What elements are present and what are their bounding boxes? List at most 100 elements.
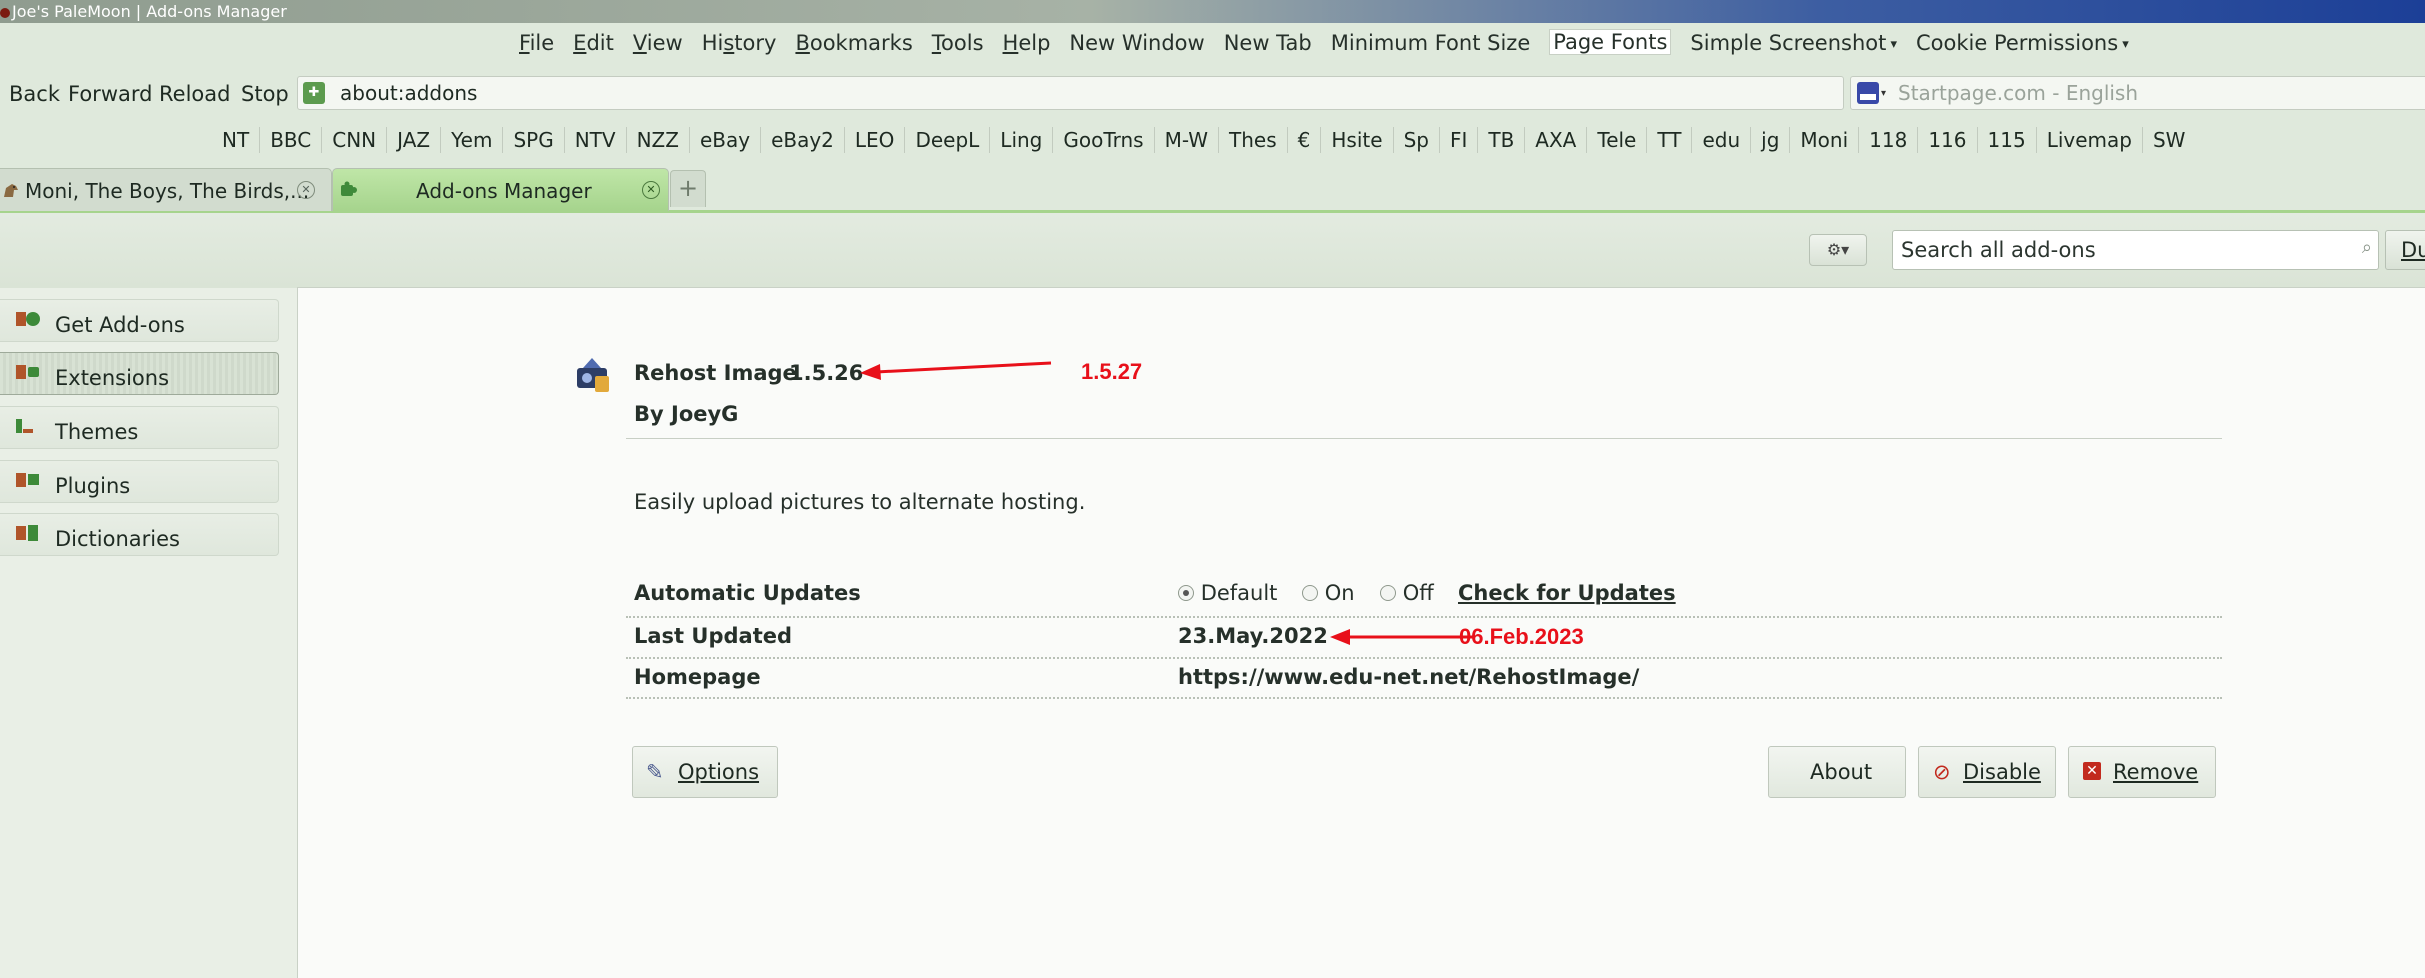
- bookmark-item[interactable]: Moni: [1790, 127, 1860, 153]
- menu-page-fonts[interactable]: Page Fonts: [1549, 29, 1672, 55]
- bookmark-item[interactable]: Tele: [1587, 127, 1648, 153]
- back-button[interactable]: Back: [9, 82, 60, 106]
- tab-moni[interactable]: Moni, The Boys, The Birds,... ✕: [0, 168, 332, 211]
- bookmark-item[interactable]: Hsite: [1321, 127, 1394, 153]
- addon-author: By JoeyG: [634, 402, 739, 426]
- stop-button[interactable]: Stop: [241, 82, 289, 106]
- bookmark-item[interactable]: LEO: [845, 127, 906, 153]
- radio-on[interactable]: On: [1302, 581, 1355, 605]
- menu-file[interactable]: File: [519, 31, 554, 55]
- bookmark-item[interactable]: NT: [212, 127, 261, 153]
- category-extensions[interactable]: Extensions: [0, 352, 279, 395]
- bookmark-item[interactable]: GooTrns: [1053, 127, 1155, 153]
- remove-button[interactable]: ✕ Remove: [2068, 746, 2216, 798]
- about-button[interactable]: About: [1768, 746, 1906, 798]
- category-themes[interactable]: Themes: [0, 406, 279, 449]
- check-for-updates-link[interactable]: Check for Updates: [1458, 581, 1676, 605]
- menu-new-window[interactable]: New Window: [1069, 31, 1204, 55]
- category-label: Dictionaries: [55, 527, 180, 551]
- bookmark-item[interactable]: eBay2: [761, 127, 845, 153]
- window-title-bar: Joe's PaleMoon | Add-ons Manager: [0, 0, 2425, 23]
- menu-history[interactable]: History: [702, 31, 777, 55]
- new-tab-button[interactable]: +: [670, 170, 706, 207]
- menu-simple-screenshot[interactable]: Simple Screenshot: [1690, 31, 1897, 55]
- bookmark-item[interactable]: edu: [1692, 127, 1752, 153]
- radio-default-label: Default: [1200, 581, 1278, 605]
- radio-default-control[interactable]: [1178, 585, 1194, 601]
- bookmark-item[interactable]: 115: [1978, 127, 2037, 153]
- tools-icon: ✎: [646, 760, 664, 784]
- bookmark-item[interactable]: M-W: [1155, 127, 1220, 153]
- menu-edit[interactable]: Edit: [573, 31, 614, 55]
- bookmark-item[interactable]: NZZ: [627, 127, 690, 153]
- addons-toolbar: ⚙▾ Search all add-ons ⌕ Du: [0, 213, 2425, 288]
- category-plugins[interactable]: Plugins: [0, 460, 279, 503]
- web-search-box[interactable]: ▾ Startpage.com - English: [1850, 76, 2425, 110]
- addon-version: 1.5.26: [789, 361, 864, 385]
- divider: [626, 657, 2222, 659]
- download-button[interactable]: Du: [2385, 230, 2425, 270]
- bookmark-item[interactable]: Livemap: [2037, 127, 2143, 153]
- menu-view[interactable]: View: [633, 31, 683, 55]
- bookmark-item[interactable]: NTV: [565, 127, 627, 153]
- bookmark-item[interactable]: AXA: [1525, 127, 1588, 153]
- radio-off-control[interactable]: [1380, 585, 1396, 601]
- bookmark-item[interactable]: CNN: [322, 127, 388, 153]
- menu-tools[interactable]: Tools: [932, 31, 984, 55]
- gear-icon[interactable]: ⚙▾: [1809, 234, 1867, 266]
- get-addons-icon: [16, 312, 40, 326]
- category-label: Get Add-ons: [55, 313, 185, 337]
- category-get-addons[interactable]: Get Add-ons: [0, 299, 279, 342]
- addons-search-input[interactable]: Search all add-ons ⌕: [1892, 230, 2379, 270]
- category-dictionaries[interactable]: Dictionaries: [0, 513, 279, 556]
- radio-default[interactable]: Default: [1178, 581, 1277, 605]
- forward-button[interactable]: Forward: [68, 82, 152, 106]
- close-tab-icon[interactable]: ✕: [642, 181, 660, 199]
- menu-cookie-permissions[interactable]: Cookie Permissions: [1916, 31, 2129, 55]
- disable-button[interactable]: ⊘ Disable: [1918, 746, 2056, 798]
- bookmark-item[interactable]: TB: [1478, 127, 1526, 153]
- bookmark-item[interactable]: FI: [1440, 127, 1479, 153]
- radio-on-control[interactable]: [1302, 585, 1318, 601]
- close-tab-icon[interactable]: ✕: [297, 181, 315, 199]
- category-label: Plugins: [55, 474, 131, 498]
- bookmark-item[interactable]: DeepL: [905, 127, 991, 153]
- reload-button[interactable]: Reload: [159, 82, 230, 106]
- menu-help[interactable]: Help: [1003, 31, 1051, 55]
- bookmark-item[interactable]: SW: [2143, 127, 2195, 153]
- bookmark-item[interactable]: 118: [1859, 127, 1919, 153]
- bookmark-item[interactable]: Yem: [441, 127, 504, 153]
- bookmark-item[interactable]: TT: [1647, 127, 1693, 153]
- menu-minimum-font-size[interactable]: Minimum Font Size: [1331, 31, 1531, 55]
- options-label: Options: [678, 760, 760, 784]
- auto-updates-label: Automatic Updates: [634, 581, 861, 605]
- bookmark-item[interactable]: jg: [1751, 127, 1791, 153]
- category-label: Extensions: [55, 366, 170, 390]
- bookmark-item[interactable]: Thes: [1219, 127, 1288, 153]
- last-updated-label: Last Updated: [634, 624, 793, 648]
- bookmark-item[interactable]: JAZ: [387, 127, 442, 153]
- url-bar[interactable]: ✚ about:addons: [297, 76, 1844, 110]
- radio-off[interactable]: Off: [1380, 581, 1434, 605]
- tab-addons-manager[interactable]: Add-ons Manager ✕: [332, 168, 669, 211]
- bookmark-item[interactable]: 116: [1918, 127, 1978, 153]
- bookmark-item[interactable]: SPG: [503, 127, 565, 153]
- homepage-link[interactable]: https://www.edu-net.net/RehostImage/: [1178, 665, 1639, 689]
- divider: [626, 616, 2222, 618]
- extensions-icon: [16, 365, 39, 379]
- divider: [626, 697, 2222, 699]
- puzzle-icon: [341, 181, 357, 196]
- addon-description: Easily upload pictures to alternate host…: [634, 490, 1086, 514]
- tab-label: Add-ons Manager: [416, 179, 592, 203]
- bookmark-item[interactable]: €: [1288, 127, 1322, 153]
- search-engine-icon[interactable]: ▾: [1857, 82, 1887, 104]
- bookmark-item[interactable]: Ling: [990, 127, 1054, 153]
- bookmark-item[interactable]: eBay: [690, 127, 762, 153]
- options-button[interactable]: ✎ Options: [632, 746, 778, 798]
- app-icon: [0, 8, 10, 18]
- menu-new-tab[interactable]: New Tab: [1224, 31, 1312, 55]
- bookmark-item[interactable]: BBC: [260, 127, 323, 153]
- menu-bookmarks[interactable]: Bookmarks: [795, 31, 912, 55]
- disable-label: Disable: [1963, 760, 2041, 784]
- bookmark-item[interactable]: Sp: [1394, 127, 1440, 153]
